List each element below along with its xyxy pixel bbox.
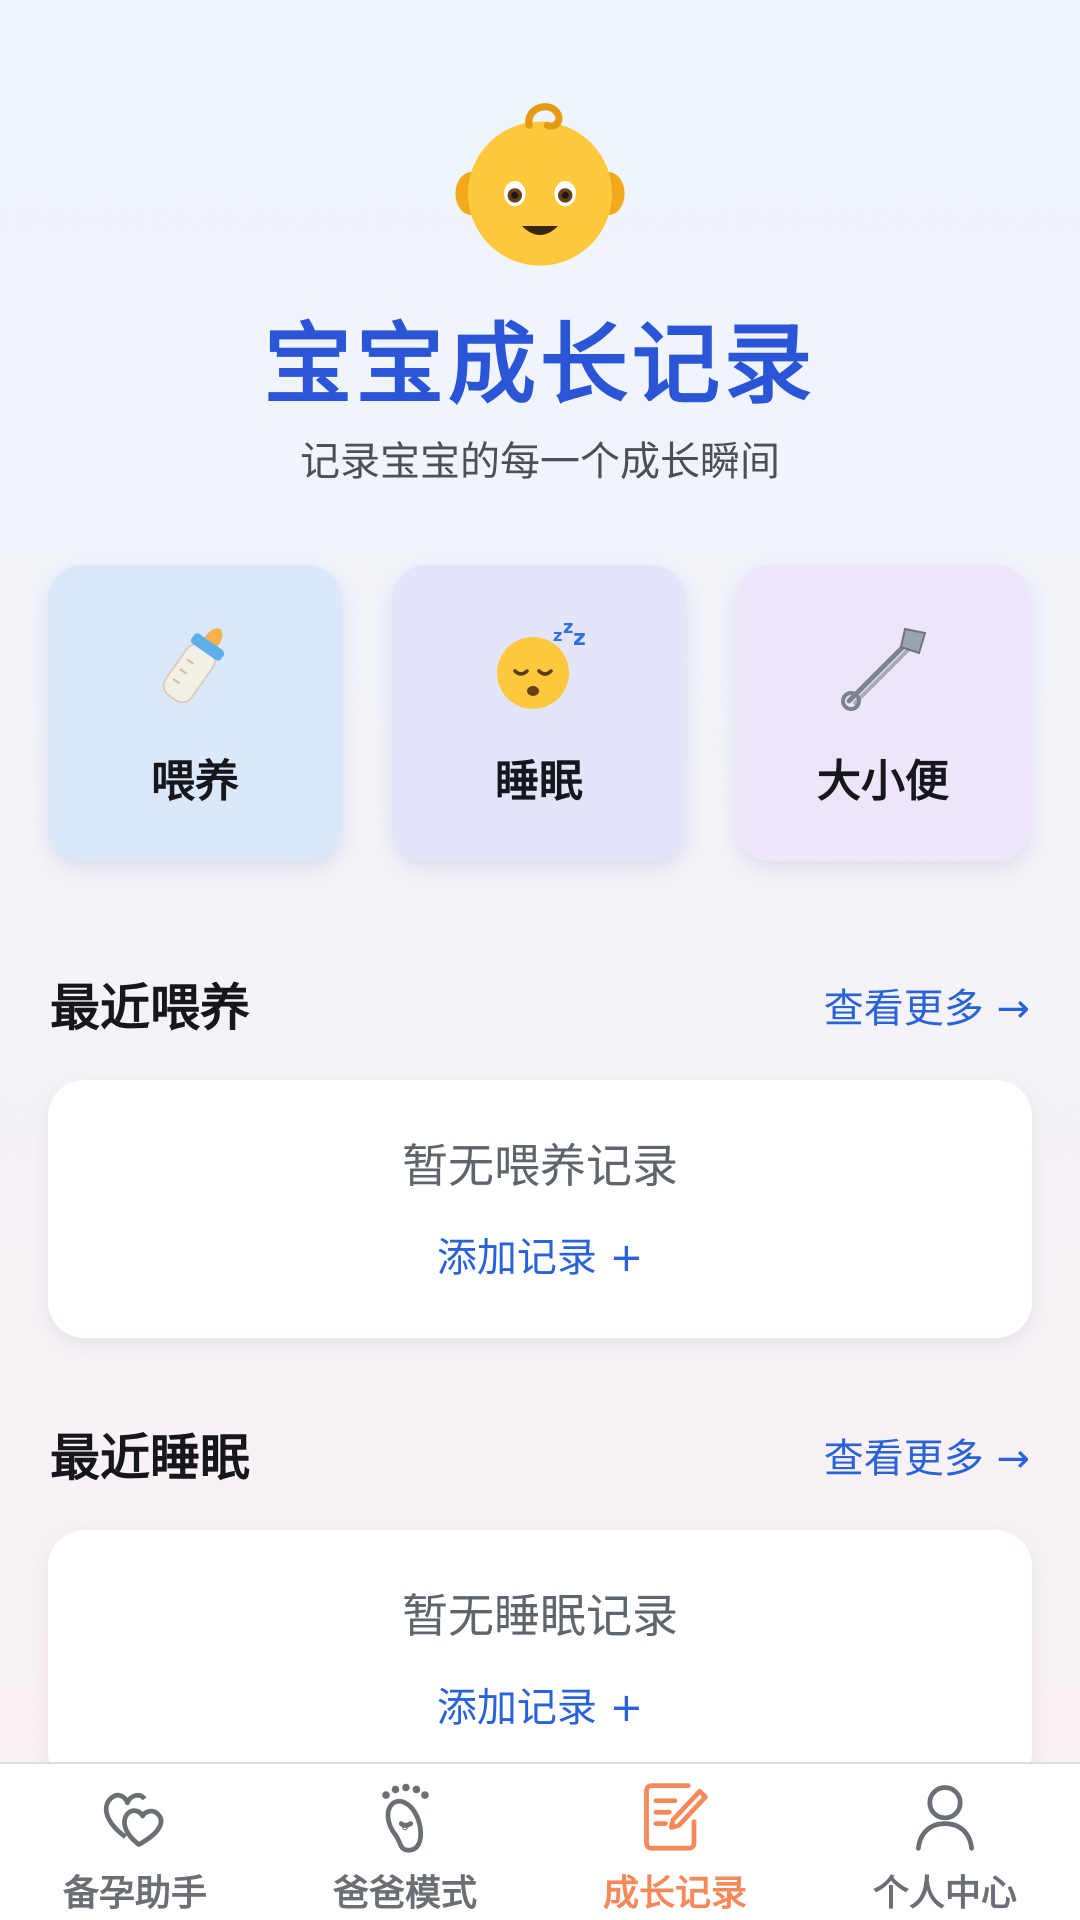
tab-dad-mode[interactable]: 爸爸模式 — [270, 1764, 540, 1920]
edit-note-icon — [644, 1783, 708, 1851]
category-label: 睡眠 — [495, 756, 583, 807]
baby-bottle-icon — [162, 628, 225, 704]
tab-growth-record[interactable]: 成长记录 — [540, 1764, 810, 1920]
section-title-feeding: 最近喂养 — [50, 979, 250, 1037]
page-subtitle: 记录宝宝的每一个成长瞬间 — [300, 439, 780, 485]
add-feeding-record-button[interactable]: 添加记录 + — [48, 1225, 1032, 1283]
sleeping-face-icon: z z z — [497, 617, 586, 709]
empty-state-text: 暂无睡眠记录 — [402, 1589, 678, 1643]
category-card-diaper[interactable]: 大小便 — [736, 565, 1030, 861]
baby-face-icon — [455, 103, 625, 266]
svg-text:z: z — [563, 617, 573, 638]
sleep-empty-card: 暂无睡眠记录 添加记录 + — [48, 1530, 1032, 1788]
add-sleep-record-button[interactable]: 添加记录 + — [48, 1675, 1032, 1733]
category-card-feeding[interactable]: 喂养 — [48, 565, 342, 861]
section-title-sleep: 最近睡眠 — [50, 1429, 250, 1487]
category-label: 大小便 — [817, 756, 949, 807]
tab-label: 备孕助手 — [62, 1873, 207, 1914]
page-title: 宝宝成长记录 — [263, 313, 816, 416]
safety-pin-icon — [841, 627, 927, 711]
hearts-icon — [103, 1792, 164, 1847]
feeding-empty-card: 暂无喂养记录 添加记录 + — [48, 1080, 1032, 1338]
tab-personal-center[interactable]: 个人中心 — [810, 1764, 1080, 1920]
view-more-feeding-link[interactable]: 查看更多 → — [824, 976, 1030, 1034]
user-icon — [916, 1785, 974, 1851]
bottom-tab-bar: 备孕助手 爸爸模式 成长记录 个人中心 — [0, 1762, 1080, 1920]
tab-label: 成长记录 — [602, 1873, 747, 1914]
tab-label: 个人中心 — [872, 1873, 1017, 1914]
tab-pregnancy-assistant[interactable]: 备孕助手 — [0, 1764, 270, 1920]
view-more-sleep-link[interactable]: 查看更多 → — [824, 1426, 1030, 1484]
svg-text:z: z — [553, 626, 562, 645]
category-card-sleep[interactable]: z z z 睡眠 — [392, 565, 686, 861]
empty-state-text: 暂无喂养记录 — [402, 1139, 678, 1193]
footprint-icon — [382, 1783, 429, 1853]
category-label: 喂养 — [151, 756, 239, 807]
svg-text:z: z — [573, 626, 586, 651]
tab-label: 爸爸模式 — [332, 1873, 477, 1914]
